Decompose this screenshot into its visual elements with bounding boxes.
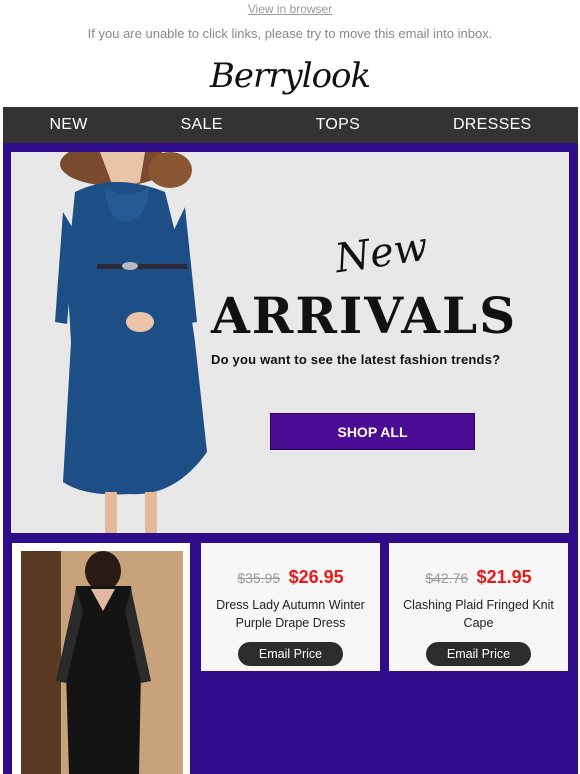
nav-item-dresses[interactable]: DRESSES <box>453 116 532 134</box>
original-price: $42.76 <box>425 570 469 586</box>
product-card-1[interactable]: $35.95 $26.95 Dress Lady Autumn Winter P… <box>201 543 380 671</box>
email-header-links: View in browser If you are unable to cli… <box>0 0 580 42</box>
email-price-button[interactable]: Email Price <box>238 642 343 666</box>
banner-script-text: New <box>332 223 431 283</box>
product-image-card[interactable] <box>12 543 190 774</box>
product-name[interactable]: Dress Lady Autumn Winter Purple Drape Dr… <box>201 596 380 632</box>
original-price: $35.95 <box>237 570 281 586</box>
shop-all-button[interactable]: SHOP ALL <box>270 413 475 450</box>
banner-subtitle: Do you want to see the latest fashion tr… <box>211 352 501 367</box>
nav-item-sale[interactable]: SALE <box>181 116 223 134</box>
product-card-2[interactable]: $42.76 $21.95 Clashing Plaid Fringed Kni… <box>389 543 568 671</box>
model-dress-image <box>55 152 207 533</box>
inbox-notice: If you are unable to click links, please… <box>87 26 493 41</box>
product-image <box>21 551 183 774</box>
email-price-button[interactable]: Email Price <box>426 642 531 666</box>
sale-price: $26.95 <box>288 567 344 587</box>
main-nav: NEW SALE TOPS DRESSES <box>3 107 578 143</box>
new-arrivals-banner[interactable]: New ARRIVALS Do you want to see the late… <box>11 152 569 533</box>
product-name[interactable]: Clashing Plaid Fringed Knit Cape <box>389 596 568 632</box>
brand-logo[interactable]: Berrylook <box>0 56 580 96</box>
nav-item-tops[interactable]: TOPS <box>316 116 360 134</box>
black-dress-image <box>21 551 183 774</box>
sale-price: $21.95 <box>476 567 532 587</box>
banner-headline: ARRIVALS <box>211 286 518 345</box>
price-row: $35.95 $26.95 <box>201 567 380 589</box>
view-in-browser-link[interactable]: View in browser <box>248 3 332 16</box>
nav-item-new[interactable]: NEW <box>49 116 87 134</box>
price-row: $42.76 $21.95 <box>389 567 568 589</box>
logo-text: Berrylook <box>209 56 371 96</box>
